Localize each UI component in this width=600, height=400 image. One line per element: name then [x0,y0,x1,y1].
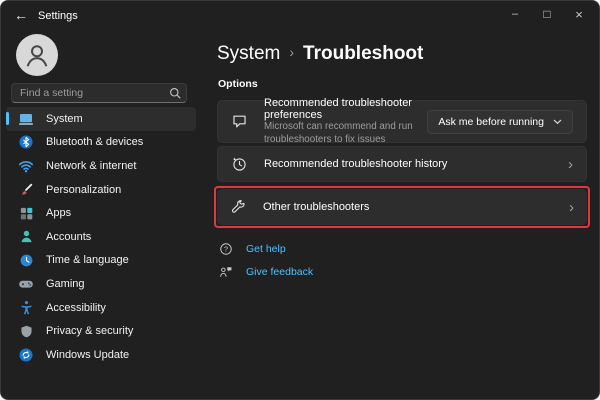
bluetooth-icon [18,134,34,150]
game-controller-icon [18,276,34,292]
maximize-button[interactable]: □ [531,1,563,27]
sidebar-item-system[interactable]: System [6,107,196,131]
sidebar-item-bluetooth-devices[interactable]: Bluetooth & devices [6,131,196,155]
card-title: Other troubleshooters [263,201,369,213]
account-person-icon [18,229,34,245]
sidebar-item-label: Bluetooth & devices [46,136,143,148]
link-label: Get help [246,243,286,255]
sidebar-item-label: Personalization [46,184,121,196]
highlight-box: Other troubleshooters › [214,186,590,228]
chevron-right-icon: › [568,157,573,172]
window-controls: – □ × [499,1,595,27]
breadcrumb-separator: › [289,44,294,60]
wrench-icon [230,199,248,216]
breadcrumb-parent[interactable]: System [217,43,280,64]
card-troubleshooter-history[interactable]: Recommended troubleshooter history › [217,146,587,182]
person-icon [22,40,52,70]
user-avatar[interactable] [16,34,58,76]
help-links: ? Get help Give feedback [219,241,313,287]
sidebar-item-apps[interactable]: Apps [6,201,196,225]
app-grid-icon [18,205,34,221]
get-help-link[interactable]: ? Get help [219,241,313,257]
feedback-icon [219,265,234,279]
chevron-right-icon: › [569,200,574,215]
card-text: Recommended troubleshooter preferences M… [264,97,427,146]
history-icon [231,156,249,173]
sidebar-item-accessibility[interactable]: Accessibility [6,296,196,320]
sidebar-item-label: Accessibility [46,302,106,314]
wifi-icon [18,158,34,174]
sidebar-item-accounts[interactable]: Accounts [6,225,196,249]
card-other-troubleshooters[interactable]: Other troubleshooters › [217,189,587,225]
accessibility-icon [18,300,34,316]
sidebar-item-gaming[interactable]: Gaming [6,272,196,296]
sidebar-item-label: Network & internet [46,160,136,172]
close-button[interactable]: × [563,1,595,27]
breadcrumb: System › Troubleshoot [217,43,423,65]
sidebar-item-windows-update[interactable]: Windows Update [6,343,196,367]
dropdown-value: Ask me before running [438,116,544,128]
settings-window: ← Settings – □ × System Bluetooth [0,0,600,400]
sidebar-item-network-internet[interactable]: Network & internet [6,154,196,178]
card-subtitle: Microsoft can recommend and run troubles… [264,121,427,146]
search-box[interactable] [11,83,187,103]
chevron-down-icon [553,119,562,125]
page-title: Troubleshoot [303,43,423,64]
sidebar-item-personalization[interactable]: Personalization [6,178,196,202]
shield-icon [18,323,34,339]
sidebar-item-label: Windows Update [46,349,129,361]
sidebar-item-label: Apps [46,207,71,219]
help-circle-icon: ? [219,242,234,256]
link-label: Give feedback [246,266,313,278]
selected-indicator [6,112,9,125]
sidebar-item-privacy-security[interactable]: Privacy & security [6,319,196,343]
minimize-button[interactable]: – [499,1,531,27]
options-card-group: Recommended troubleshooter preferences M… [217,100,587,228]
sidebar-item-label: Time & language [46,254,129,266]
search-input[interactable] [12,87,164,99]
give-feedback-link[interactable]: Give feedback [219,264,313,280]
paint-brush-icon [18,182,34,198]
options-section-label: Options [218,78,258,90]
clock-icon [18,252,34,268]
sidebar-nav: System Bluetooth & devices Network & int… [6,107,196,367]
sidebar-item-label: System [46,113,83,125]
sidebar-item-label: Privacy & security [46,325,133,337]
system-icon [18,111,34,127]
window-title: Settings [38,10,78,22]
preferences-dropdown[interactable]: Ask me before running [427,110,573,134]
svg-text:?: ? [224,245,228,254]
sidebar-item-label: Accounts [46,231,91,243]
refresh-circle-icon [18,347,34,363]
card-troubleshooter-preferences: Recommended troubleshooter preferences M… [217,100,587,143]
back-arrow-icon[interactable]: ← [14,7,28,23]
search-icon [164,87,186,100]
sidebar-item-label: Gaming [46,278,85,290]
card-title: Recommended troubleshooter preferences [264,97,427,121]
chat-bubble-icon [231,113,249,130]
card-title: Recommended troubleshooter history [264,158,447,170]
sidebar-item-time-language[interactable]: Time & language [6,249,196,273]
